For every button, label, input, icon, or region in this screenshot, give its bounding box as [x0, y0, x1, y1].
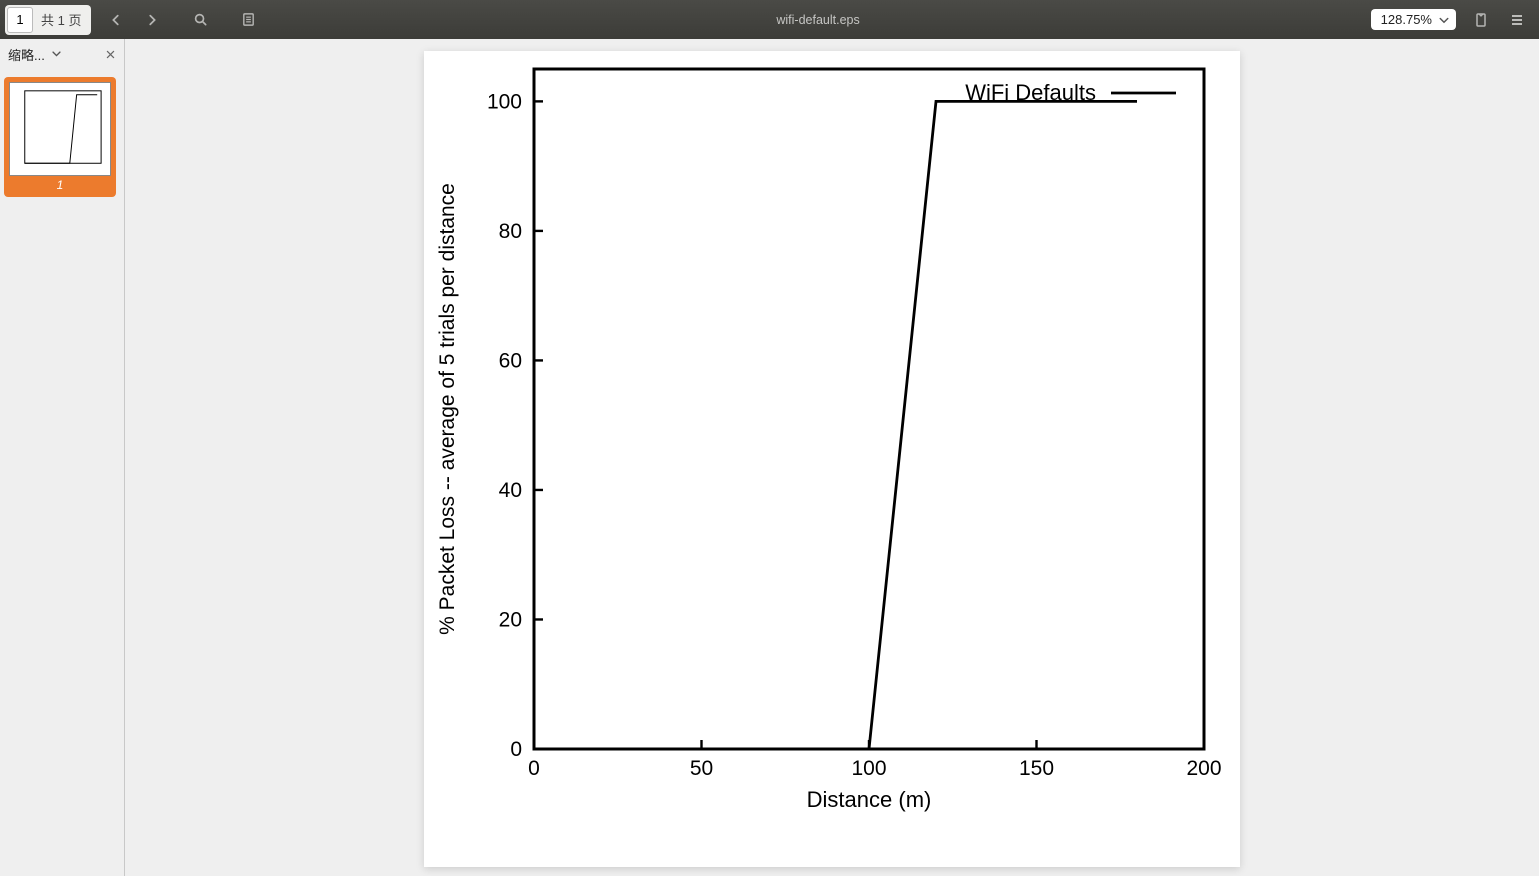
outline-button[interactable]: [231, 5, 265, 35]
page-viewport[interactable]: 0 50 100 150 200 0 20 40 60 80 100 Distance (m) % Pa…: [125, 39, 1539, 876]
svg-text:0: 0: [528, 757, 540, 780]
sidebar-dropdown[interactable]: [51, 47, 62, 62]
svg-text:150: 150: [1019, 757, 1054, 780]
svg-text:60: 60: [499, 349, 522, 372]
search-button[interactable]: [183, 5, 217, 35]
menu-button[interactable]: [1500, 5, 1534, 35]
svg-text:100: 100: [487, 90, 522, 113]
chevron-down-icon: [1438, 14, 1450, 26]
page-fit-button[interactable]: [1464, 5, 1498, 35]
page-fit-icon: [1473, 12, 1489, 28]
svg-text:100: 100: [851, 757, 886, 780]
packet-loss-chart: 0 50 100 150 200 0 20 40 60 80 100 Distance (m) % Pa…: [424, 51, 1240, 867]
toolbar: 共 1 页 wifi-default.eps 128.75%: [0, 0, 1539, 39]
svg-text:80: 80: [499, 220, 522, 243]
svg-text:50: 50: [690, 757, 713, 780]
svg-text:20: 20: [499, 608, 522, 631]
sidebar-close-button[interactable]: [105, 47, 116, 63]
document-title: wifi-default.eps: [776, 13, 859, 27]
thumbnail-image: [9, 82, 111, 176]
chevron-left-icon: [109, 13, 123, 27]
svg-text:200: 200: [1186, 757, 1221, 780]
thumbnail-page-number: 1: [57, 178, 64, 192]
hamburger-icon: [1509, 12, 1525, 28]
page-total-label: 共 1 页: [33, 10, 89, 29]
chevron-right-icon: [145, 13, 159, 27]
svg-text:WiFi Defaults: WiFi Defaults: [965, 80, 1096, 105]
svg-text:0: 0: [510, 738, 522, 761]
outline-icon: [241, 12, 256, 27]
prev-page-button[interactable]: [99, 5, 133, 35]
close-icon: [105, 49, 116, 60]
search-icon: [193, 12, 208, 27]
chevron-down-icon: [51, 48, 62, 59]
page-input[interactable]: [7, 7, 33, 33]
next-page-button[interactable]: [135, 5, 169, 35]
page-nav-group: 共 1 页: [5, 5, 91, 35]
sidebar-title: 缩略...: [8, 45, 45, 64]
svg-text:% Packet Loss -- average of 5: % Packet Loss -- average of 5 trials per…: [436, 183, 459, 635]
zoom-value: 128.75%: [1381, 12, 1432, 27]
zoom-dropdown[interactable]: 128.75%: [1371, 9, 1456, 30]
sidebar-header: 缩略...: [0, 39, 124, 71]
main-area: 缩略... 1 050100150200020406080100D: [0, 39, 1539, 876]
page-thumbnail[interactable]: 1: [4, 77, 116, 197]
thumbnail-sidebar: 缩略... 1: [0, 39, 125, 876]
document-page: 0 50 100 150 200 0 20 40 60 80 100 Distance (m) % Pa…: [424, 51, 1240, 867]
svg-text:40: 40: [499, 479, 522, 502]
svg-text:Distance (m): Distance (m): [807, 787, 932, 812]
